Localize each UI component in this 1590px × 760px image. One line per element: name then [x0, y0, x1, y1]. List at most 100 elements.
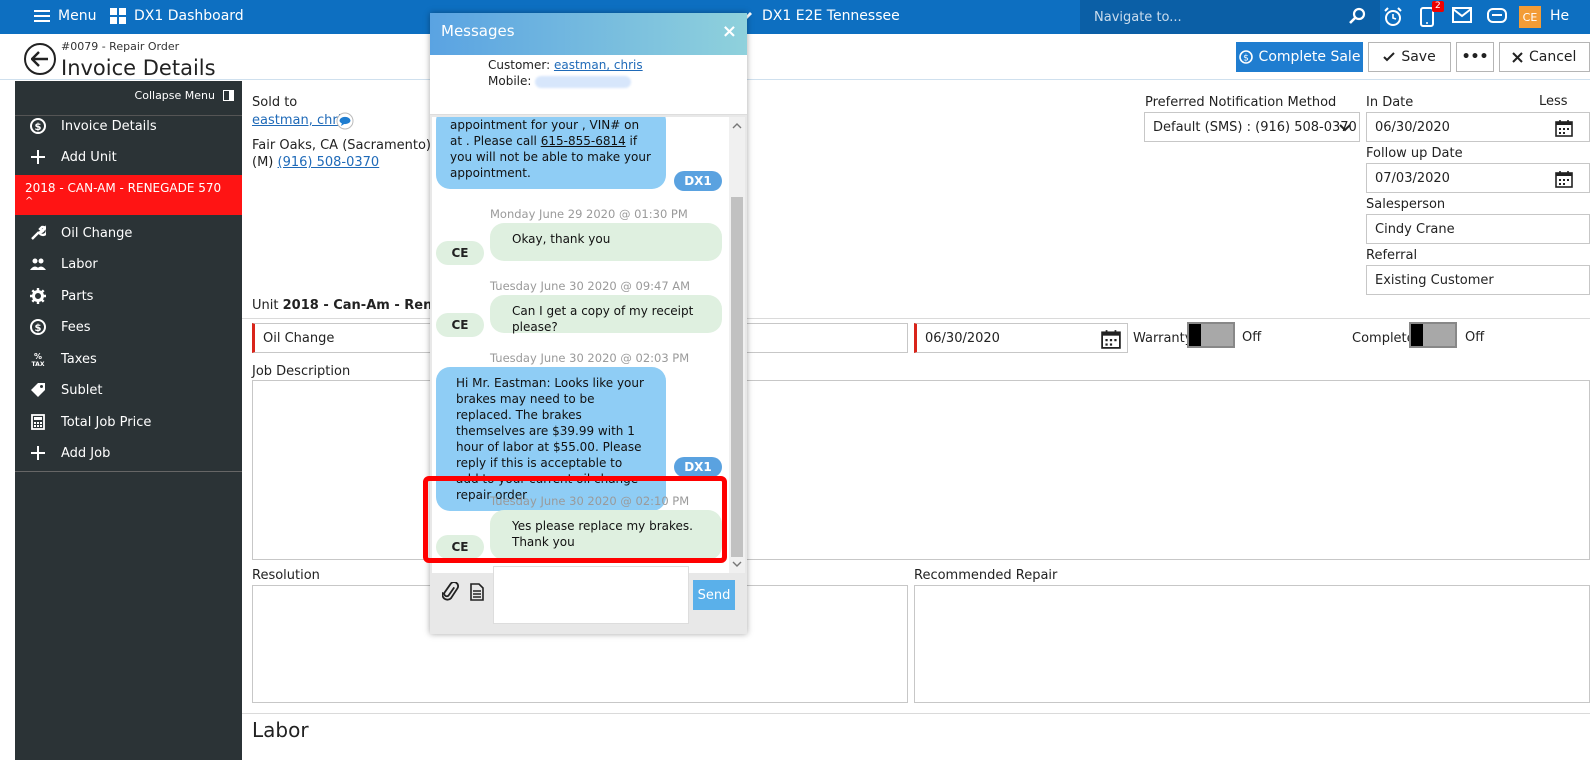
- check-icon: [1383, 52, 1396, 62]
- referral-select[interactable]: Existing Customer: [1366, 265, 1590, 295]
- menu-button[interactable]: Menu: [34, 8, 96, 24]
- document-icon[interactable]: [470, 583, 484, 601]
- notification-method-select[interactable]: Default (SMS) : (916) 508-0370: [1144, 112, 1360, 142]
- thread-scrollbar[interactable]: [729, 117, 745, 573]
- save-button[interactable]: Save: [1368, 42, 1451, 72]
- messages-header: Messages ×: [430, 13, 747, 55]
- sidebar-unit-item[interactable]: 2018 - CAN-AM - RENEGADE 570 ^: [15, 175, 242, 215]
- page-title: Invoice Details: [61, 56, 216, 80]
- message-thread[interactable]: appointment for your , VIN# on at . Plea…: [432, 117, 729, 573]
- collapse-icon: [223, 90, 234, 101]
- less-toggle[interactable]: Less: [1539, 94, 1568, 109]
- salesperson-select[interactable]: Cindy Crane: [1366, 214, 1590, 244]
- calendar-icon[interactable]: [1555, 170, 1573, 188]
- message-outgoing: Hi Mr. Eastman: Looks like your brakes m…: [436, 367, 666, 511]
- page-header: #0079 - Repair Order Invoice Details $ C…: [0, 34, 1590, 80]
- close-icon: [1512, 51, 1523, 63]
- recommended-repair-textarea[interactable]: [914, 585, 1590, 703]
- customer-link[interactable]: eastman, chris: [252, 113, 348, 128]
- send-button[interactable]: Send: [693, 580, 735, 610]
- mail-icon[interactable]: [1452, 7, 1472, 23]
- user-name[interactable]: He: [1550, 8, 1569, 24]
- sidebar-item-sublet[interactable]: Sublet: [15, 375, 242, 405]
- sidebar-item-add-job[interactable]: Add Job: [15, 438, 242, 468]
- tax-icon: %TAX: [32, 352, 45, 367]
- sidebar-item-fees[interactable]: $ Fees: [15, 312, 242, 342]
- warranty-label: Warranty: [1133, 331, 1193, 346]
- follow-up-date-label: Follow up Date: [1366, 146, 1463, 161]
- labor-heading: Labor: [252, 718, 309, 742]
- plus-icon: [31, 150, 45, 164]
- sidebar: Collapse Menu $ Invoice Details Add Unit…: [15, 81, 242, 760]
- in-date-field[interactable]: 06/30/2020: [1366, 112, 1590, 142]
- salesperson-label: Salesperson: [1366, 197, 1446, 212]
- messages-customer-link[interactable]: eastman, chris: [554, 58, 643, 72]
- unit-caret: ^: [25, 196, 34, 207]
- svg-text:$: $: [35, 323, 42, 334]
- hamburger-icon: [34, 10, 50, 22]
- job-date-field[interactable]: 06/30/2020: [914, 323, 1128, 353]
- store-selector[interactable]: DX1 E2E Tennessee: [742, 8, 900, 24]
- warranty-toggle[interactable]: [1187, 322, 1235, 348]
- svg-text:$: $: [1243, 54, 1249, 64]
- sidebar-divider: [15, 471, 242, 472]
- sidebar-item-add-unit[interactable]: Add Unit: [15, 142, 242, 172]
- user-avatar[interactable]: CE: [1519, 6, 1541, 28]
- complete-sale-button[interactable]: $ Complete Sale: [1236, 42, 1363, 72]
- customer-phone-row: (M) (916) 508-0370: [252, 155, 380, 170]
- warranty-state: Off: [1242, 330, 1262, 345]
- complete-label: Complete: [1352, 331, 1415, 346]
- message-bubble-icon[interactable]: [336, 112, 354, 130]
- cancel-button[interactable]: Cancel: [1499, 42, 1590, 72]
- dashboard-button[interactable]: DX1 Dashboard: [110, 8, 244, 24]
- svg-text:%: %: [34, 352, 42, 361]
- sidebar-item-taxes[interactable]: % TAX Taxes: [15, 344, 242, 374]
- sidebar-item-labor[interactable]: Labor: [15, 249, 242, 279]
- sold-to-label: Sold to: [252, 95, 298, 110]
- menu-label: Menu: [58, 8, 97, 24]
- ce-avatar: CE: [436, 535, 484, 559]
- message-phone-link[interactable]: 615-855-6814: [541, 134, 626, 148]
- paperclip-icon[interactable]: [442, 582, 460, 602]
- arrow-left-icon: [31, 51, 48, 67]
- back-button[interactable]: [24, 43, 56, 75]
- follow-up-date-field[interactable]: 07/03/2020: [1366, 163, 1590, 193]
- close-icon[interactable]: ×: [722, 21, 737, 42]
- chat-icon[interactable]: [1487, 7, 1507, 25]
- search-icon[interactable]: [1348, 7, 1366, 25]
- grid-icon: [110, 8, 126, 24]
- messages-title: Messages: [441, 22, 515, 40]
- message-incoming: Okay, thank you: [490, 223, 722, 261]
- message-timestamp: Monday June 29 2020 @ 01:30 PM: [490, 207, 688, 221]
- chevron-up-icon[interactable]: [732, 123, 742, 129]
- calendar-icon[interactable]: [1555, 119, 1573, 137]
- scrollbar-thumb[interactable]: [731, 197, 743, 557]
- messages-modal: Messages × Customer: eastman, chris Mobi…: [430, 13, 747, 634]
- sidebar-item-parts[interactable]: Parts: [15, 281, 242, 311]
- message-outgoing: appointment for your , VIN# on at . Plea…: [436, 117, 666, 189]
- complete-toggle[interactable]: [1409, 322, 1457, 348]
- message-compose-input[interactable]: [493, 566, 689, 624]
- message-timestamp: Tuesday June 30 2020 @ 02:03 PM: [490, 351, 690, 365]
- sidebar-item-total-job-price[interactable]: Total Job Price: [15, 407, 242, 437]
- sidebar-item-oil-change[interactable]: Oil Change: [15, 218, 242, 248]
- calendar-icon[interactable]: [1101, 329, 1121, 349]
- chevron-down-icon: [1339, 124, 1351, 132]
- recommended-repair-label: Recommended Repair: [914, 568, 1058, 583]
- section-divider: [242, 713, 1590, 714]
- navigate-input[interactable]: [1094, 6, 1334, 28]
- sidebar-item-invoice-details[interactable]: $ Invoice Details: [15, 111, 242, 141]
- in-date-label: In Date: [1366, 95, 1414, 110]
- complete-state: Off: [1465, 330, 1485, 345]
- customer-phone-link[interactable]: (916) 508-0370: [278, 155, 380, 170]
- redacted-mobile: [535, 75, 632, 88]
- dx1-avatar: DX1: [674, 457, 722, 477]
- alarm-clock-icon[interactable]: [1383, 7, 1403, 27]
- notification-badge: 2: [1432, 1, 1444, 12]
- dashboard-label: DX1 Dashboard: [134, 8, 244, 24]
- store-name: DX1 E2E Tennessee: [762, 8, 900, 24]
- more-options-button[interactable]: •••: [1456, 42, 1494, 72]
- collapse-menu-button[interactable]: Collapse Menu: [135, 89, 234, 102]
- plus-icon: [31, 446, 45, 460]
- chevron-down-icon[interactable]: [732, 561, 742, 567]
